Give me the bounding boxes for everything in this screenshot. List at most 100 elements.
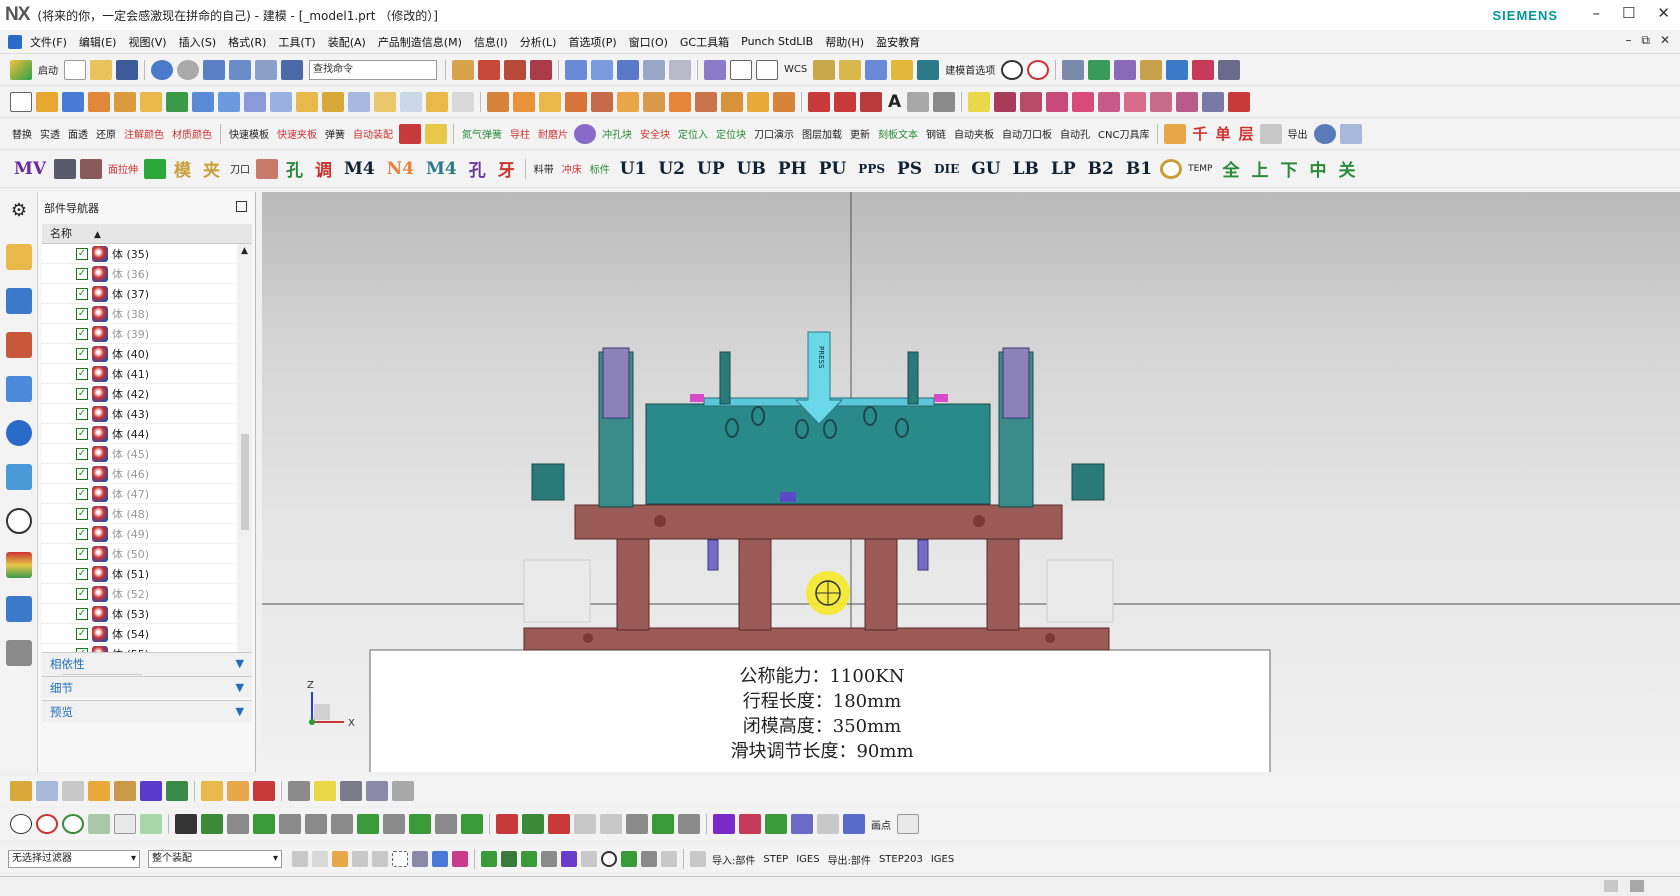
snap-quadrant-icon[interactable] bbox=[581, 851, 597, 867]
visibility-checkbox[interactable]: ✓ bbox=[76, 587, 88, 600]
sine-icon[interactable] bbox=[817, 814, 839, 834]
menu-tools[interactable]: 工具(T) bbox=[272, 34, 321, 50]
import-grid-icon[interactable] bbox=[690, 851, 706, 867]
thicken-icon[interactable] bbox=[643, 59, 665, 80]
doc-minimize-button[interactable]: – bbox=[1625, 33, 1631, 48]
navigator-close-button[interactable] bbox=[236, 201, 247, 212]
key-icon[interactable] bbox=[1140, 59, 1163, 80]
shape-line-icon[interactable] bbox=[897, 814, 919, 834]
mirror-tool-icon[interactable] bbox=[140, 781, 162, 801]
flow-icon[interactable] bbox=[1166, 59, 1189, 80]
tree-row[interactable]: ✓ 体 (45) bbox=[42, 444, 236, 464]
unite-icon[interactable] bbox=[166, 91, 188, 112]
cross-icon[interactable] bbox=[1072, 91, 1095, 112]
spline-icon[interactable] bbox=[530, 59, 552, 80]
snap-center-icon[interactable] bbox=[601, 851, 617, 867]
upper-button[interactable]: 上 bbox=[1251, 156, 1268, 181]
measure-distance-icon[interactable] bbox=[1218, 59, 1241, 80]
strip-button[interactable]: 料带 bbox=[534, 161, 554, 176]
cnc-tool-library-button[interactable]: CNC刀具库 bbox=[1098, 126, 1149, 141]
restore-button[interactable]: 还原 bbox=[96, 126, 116, 141]
point-icon[interactable] bbox=[860, 91, 882, 112]
box-select-icon[interactable] bbox=[36, 781, 58, 801]
tree-row[interactable]: ✓ 体 (44) bbox=[42, 424, 236, 444]
line-icon[interactable] bbox=[808, 91, 830, 112]
tree-row[interactable]: ✓ 体 (46) bbox=[42, 464, 236, 484]
text-icon[interactable]: A bbox=[888, 92, 901, 112]
spring-button[interactable]: 弹簧 bbox=[325, 126, 345, 141]
arc-icon[interactable] bbox=[504, 59, 526, 80]
replace-icon[interactable] bbox=[669, 91, 691, 112]
settings-gear-icon[interactable]: ⚙ bbox=[6, 200, 32, 226]
menu-help[interactable]: 帮助(H) bbox=[819, 34, 870, 50]
visibility-checkbox[interactable]: ✓ bbox=[76, 347, 88, 360]
view-icon[interactable] bbox=[865, 59, 888, 80]
pps-button[interactable]: PPS bbox=[858, 162, 885, 176]
select-icon[interactable] bbox=[203, 59, 225, 80]
image-icon[interactable] bbox=[62, 781, 84, 801]
start-button[interactable]: 启动 bbox=[38, 62, 58, 77]
menu-format[interactable]: 格式(R) bbox=[222, 34, 272, 50]
shell-icon[interactable] bbox=[244, 91, 266, 112]
circle-center-icon[interactable] bbox=[10, 814, 32, 834]
maximize-button[interactable]: ☐ bbox=[1622, 4, 1635, 22]
tag-icon[interactable] bbox=[1114, 59, 1137, 80]
visibility-checkbox[interactable]: ✓ bbox=[76, 487, 88, 500]
purple-square-icon[interactable] bbox=[713, 814, 735, 834]
export-tool-icon[interactable] bbox=[366, 781, 388, 801]
curve-tool-icon[interactable] bbox=[1098, 91, 1121, 112]
clamp-button[interactable]: 夹 bbox=[203, 156, 220, 181]
redo-icon[interactable] bbox=[177, 59, 199, 80]
visibility-checkbox[interactable]: ✓ bbox=[76, 287, 88, 300]
offset-curve-icon[interactable] bbox=[907, 91, 930, 112]
layer-load-button[interactable]: 图层加载 bbox=[802, 126, 842, 141]
tools-icon[interactable] bbox=[6, 640, 32, 666]
safety-block-button[interactable]: 安全块 bbox=[640, 126, 670, 141]
menu-analysis[interactable]: 分析(L) bbox=[514, 34, 563, 50]
visibility-checkbox[interactable]: ✓ bbox=[76, 607, 88, 620]
palette-icon[interactable] bbox=[6, 552, 32, 578]
m4-button[interactable]: M4 bbox=[344, 159, 375, 179]
grid-icon[interactable] bbox=[1192, 59, 1215, 80]
mirror-icon[interactable] bbox=[426, 91, 448, 112]
extrude-icon[interactable] bbox=[36, 91, 58, 112]
assembly-scope-dropdown[interactable]: 整个装配 bbox=[148, 850, 282, 868]
sphere-icon[interactable] bbox=[1313, 123, 1336, 144]
b1-button[interactable]: B1 bbox=[1126, 159, 1152, 179]
spline-tool-icon[interactable] bbox=[1124, 91, 1147, 112]
locate-block-button[interactable]: 定位块 bbox=[716, 126, 746, 141]
constraint-icon[interactable] bbox=[539, 91, 561, 112]
tree-row[interactable]: ✓ 体 (54) bbox=[42, 624, 236, 644]
ub-button[interactable]: UB bbox=[737, 159, 766, 179]
gu-button[interactable]: GU bbox=[971, 159, 1000, 179]
tree-row[interactable]: ✓ 体 (40) bbox=[42, 344, 236, 364]
assembly-icon[interactable] bbox=[487, 91, 509, 112]
tangent-line-icon[interactable] bbox=[357, 814, 379, 834]
measure-icon[interactable] bbox=[452, 59, 474, 80]
preview-section[interactable]: 预览 ▼ bbox=[42, 700, 252, 722]
constraint-nav-icon[interactable] bbox=[6, 288, 32, 314]
auto-edge-plate-button[interactable]: 自动刀口板 bbox=[1002, 126, 1052, 141]
pu-button[interactable]: PU bbox=[819, 159, 847, 179]
adjust-button[interactable]: 调 bbox=[315, 156, 332, 181]
lp-button[interactable]: LP bbox=[1051, 159, 1076, 179]
auto-assembly-button[interactable]: 自动装配 bbox=[353, 126, 393, 141]
u1-button[interactable]: U1 bbox=[620, 159, 647, 179]
line-bisect-icon[interactable] bbox=[305, 814, 327, 834]
mesh-icon[interactable] bbox=[591, 59, 613, 80]
update-button[interactable]: 更新 bbox=[850, 126, 870, 141]
edge-block-icon[interactable] bbox=[256, 158, 279, 179]
hole-point-button[interactable]: 孔 bbox=[286, 156, 303, 181]
visibility-checkbox[interactable]: ✓ bbox=[76, 447, 88, 460]
u2-button[interactable]: U2 bbox=[658, 159, 685, 179]
tree-row[interactable]: ✓ 体 (52) bbox=[42, 584, 236, 604]
visibility-checkbox[interactable]: ✓ bbox=[76, 507, 88, 520]
command-search-input[interactable]: 查找命令 bbox=[309, 59, 437, 80]
surface-icon[interactable] bbox=[565, 59, 587, 80]
face-extrude-button[interactable]: 面拉伸 bbox=[108, 161, 138, 176]
snap-curve-icon[interactable] bbox=[541, 851, 557, 867]
single-button[interactable]: 单 bbox=[1215, 123, 1230, 144]
menu-yingan[interactable]: 盈安教育 bbox=[870, 34, 926, 50]
ruler-icon[interactable] bbox=[839, 59, 862, 80]
array-icon[interactable] bbox=[565, 91, 587, 112]
